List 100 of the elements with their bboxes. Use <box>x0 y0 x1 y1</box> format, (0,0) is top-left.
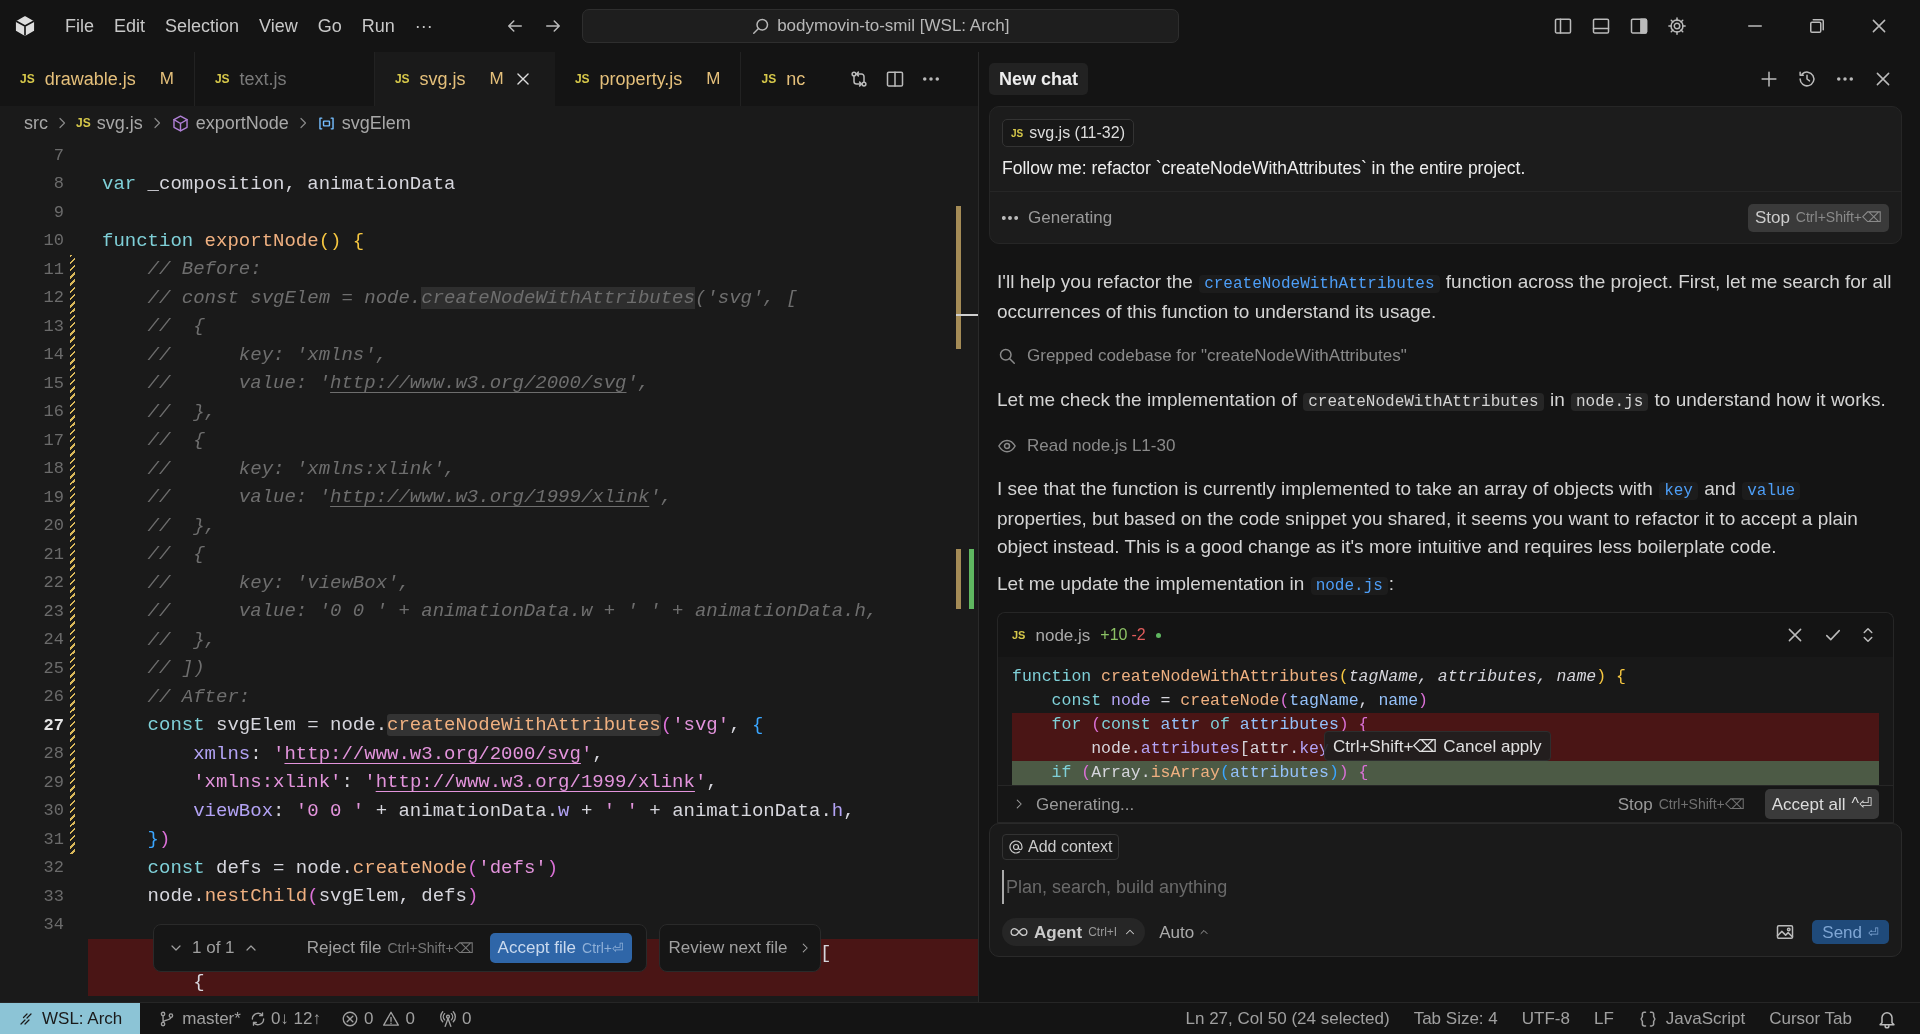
line-number: 27 <box>42 714 64 737</box>
command-search-field[interactable]: bodymovin-to-smil [WSL: Arch] <box>581 9 1179 43</box>
add-context-button[interactable]: Add context <box>1002 834 1119 861</box>
at-sign-icon <box>1008 839 1024 856</box>
branch-indicator[interactable]: master* <box>158 1005 241 1032</box>
chat-input-field[interactable]: Plan, search, build anything <box>1002 870 1889 905</box>
line-number: 9 <box>52 201 64 224</box>
status-item[interactable]: Ln 27, Col 50 (24 selected) <box>1185 1005 1390 1032</box>
menu-item[interactable]: Go <box>310 12 349 40</box>
js-file-icon: JS <box>1011 125 1024 141</box>
line-number: 12 <box>42 287 64 309</box>
code-line: // key: 'viewBox', <box>146 570 410 596</box>
tooltip: Ctrl+Shift+⌫ Cancel apply <box>1324 731 1551 762</box>
menu-item[interactable]: View <box>252 12 305 40</box>
menu-item[interactable]: ··· <box>407 12 440 40</box>
menu-item[interactable]: File <box>58 12 101 40</box>
breadcrumb-item[interactable]: svgElem <box>316 109 411 137</box>
send-button[interactable]: Send ⏎ <box>1812 920 1889 945</box>
prompt-text: Follow me: refactor `createNodeWithAttributes` in the entire project. <box>1002 157 1527 180</box>
line-number: 16 <box>42 401 64 423</box>
line-number: 26 <box>42 686 64 708</box>
code-line: // }, <box>146 513 217 539</box>
line-number: 13 <box>42 315 64 338</box>
line-number: 24 <box>42 629 64 651</box>
agent-mode-button[interactable]: Agent Ctrl+I <box>1002 918 1146 947</box>
code-line: // ]) <box>146 656 205 681</box>
scrollbar-change-marker <box>956 549 961 609</box>
reject-file-button[interactable]: Reject file Ctrl+Shift+⌫ <box>306 935 474 961</box>
warning-icon <box>382 1009 401 1028</box>
scrollbar-added-marker <box>969 549 974 609</box>
dots-icon <box>1002 215 1018 220</box>
assistant-message: Let me update the implementation in node.js : <box>997 572 1396 598</box>
sync-indicator[interactable]: 0↓ 12↑ <box>248 1005 321 1032</box>
status-text: Generating... <box>1036 793 1135 816</box>
code-line: // value: 'http://www.w3.org/2000/svg', <box>146 371 650 396</box>
status-item[interactable]: Cursor Tab <box>1769 1005 1852 1032</box>
line-number: 22 <box>42 572 64 594</box>
diff-code-line: const node = createNode(tagName, name) <box>1050 689 1428 712</box>
modified-label: M <box>489 68 504 91</box>
code-line: // key: 'xmlns:xlink', <box>146 456 456 482</box>
breadcrumb-item[interactable]: JS svg.js <box>76 109 143 137</box>
js-file-icon: JS <box>76 114 91 132</box>
code-line: // { <box>146 542 205 567</box>
status-item[interactable]: JavaScript <box>1637 1005 1746 1032</box>
stop-button[interactable]: Stop Ctrl+Shift+⌫ <box>1617 791 1745 817</box>
code-line: // const svgElem = node.createNodeWithAttributes('svg', [ <box>146 285 798 311</box>
code-line: const svgElem = node.createNodeWithAttributes('svg', { <box>146 713 764 738</box>
line-number: 28 <box>42 743 64 765</box>
code-line: // key: 'xmlns', <box>146 342 388 368</box>
status-text: Generating <box>1028 207 1113 229</box>
chat-tab[interactable]: New chat <box>989 63 1089 95</box>
modified-label: M <box>159 68 174 91</box>
code-line: }) <box>146 827 171 852</box>
line-number: 18 <box>42 458 64 480</box>
line-number: 20 <box>42 515 64 537</box>
stop-button[interactable]: Stop Ctrl+Shift+⌫ <box>1747 203 1889 232</box>
code-line: // After: <box>146 684 251 710</box>
status-item[interactable]: LF <box>1593 1005 1614 1032</box>
model-picker[interactable]: Auto <box>1159 919 1211 945</box>
code-line: // }, <box>146 399 217 425</box>
diff-code-line: function createNodeWithAttributes(tagName, attributes, name) { <box>1012 665 1626 688</box>
accept-all-button[interactable]: Accept all ^⏎ <box>1764 789 1879 820</box>
code-line: node.nestChild(svgElem, defs) <box>146 884 479 909</box>
line-number: 33 <box>42 885 64 908</box>
remote-indicator[interactable]: WSL: Arch <box>0 1003 141 1034</box>
line-number: 21 <box>42 543 64 566</box>
review-next-file-button[interactable]: Review next file <box>659 924 821 972</box>
cube-icon <box>14 15 36 37</box>
error-icon <box>341 1009 359 1028</box>
code-line: 'xmlns:xlink': 'http://www.w3.org/1999/xlink', <box>192 770 718 795</box>
line-number: 25 <box>42 657 64 680</box>
status-item[interactable]: Tab Size: 4 <box>1413 1005 1498 1032</box>
context-chip[interactable]: JS svg.js (11-32) <box>1002 119 1134 147</box>
change-counter: 1 of 1 <box>192 937 235 960</box>
code-line: [ <box>820 941 832 966</box>
breadcrumb-item[interactable]: src <box>24 109 48 137</box>
code-line: // value: '0 0 ' + animationData.w + ' ' + animationData.h, <box>146 599 878 624</box>
line-number: 11 <box>42 258 64 281</box>
ports-indicator[interactable]: 0 <box>438 1005 472 1032</box>
tool-call-text: Grepped codebase for "createNodeWithAttributes" <box>1027 345 1407 368</box>
accept-file-button[interactable]: Accept file Ctrl+⏎ <box>489 933 632 963</box>
modified-label: M <box>706 68 721 91</box>
code-line: const defs = node.createNode('defs') <box>146 855 559 881</box>
line-number: 10 <box>42 230 64 252</box>
breadcrumb-item[interactable]: exportNode <box>170 109 289 137</box>
line-number: 17 <box>42 429 64 452</box>
line-number: 7 <box>52 144 64 167</box>
line-number: 34 <box>42 914 64 936</box>
code-line: function exportNode() { <box>102 228 365 254</box>
menu-item[interactable]: Edit <box>107 12 153 40</box>
menu-item[interactable]: Run <box>354 12 402 40</box>
line-number: 30 <box>42 800 64 822</box>
code-line: // }, <box>146 627 217 653</box>
cube-icon <box>170 113 190 133</box>
problems-indicator[interactable]: 0 0 <box>341 1005 415 1032</box>
status-item[interactable]: UTF-8 <box>1521 1005 1570 1032</box>
menu-item[interactable]: Selection <box>158 12 247 40</box>
editor-tab[interactable]: JS svg.js M <box>374 52 555 106</box>
js-file-icon: JS <box>1012 627 1026 644</box>
assistant-message: I'll help you refactor the createNodeWithAttributes function across the project. First, let me search for all occurrences of this function to understand its usage. <box>997 270 1893 325</box>
